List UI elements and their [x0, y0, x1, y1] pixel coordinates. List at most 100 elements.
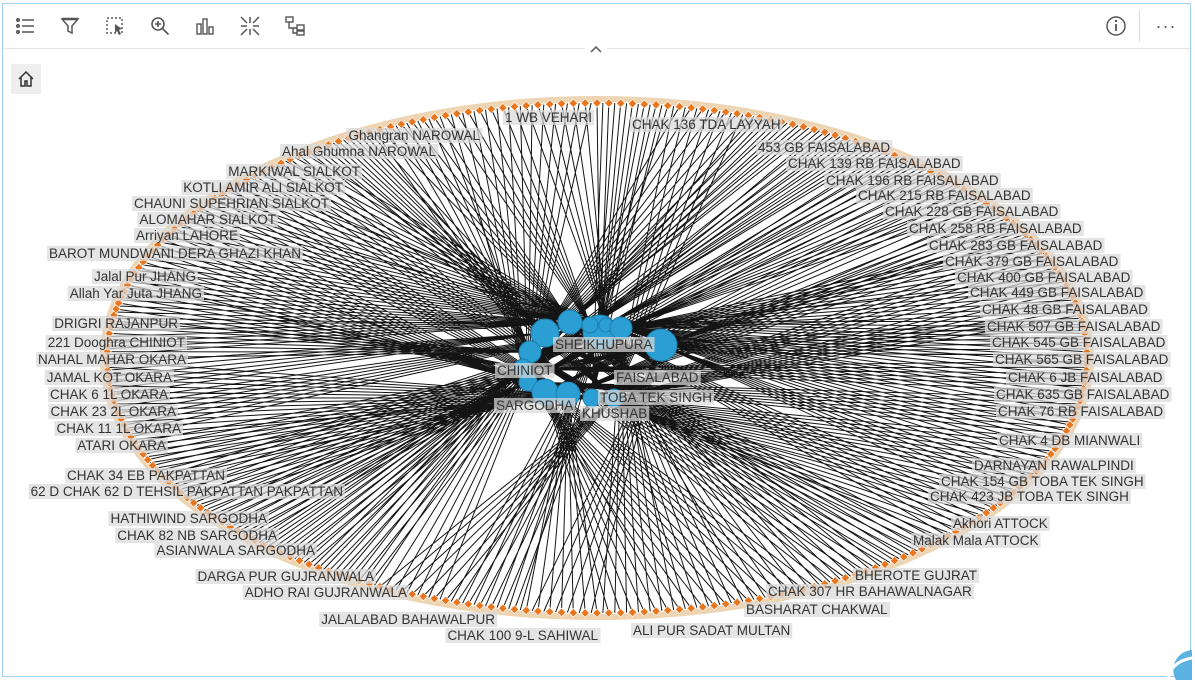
leaf-node-label: CHAK 228 GB FAISALABAD	[883, 204, 1061, 219]
leaf-node-label: CHAK 307 HR BAHAWALNAGAR	[766, 584, 975, 599]
svg-text:ALI PUR SADAT MULTAN: ALI PUR SADAT MULTAN	[633, 623, 790, 638]
link-chart-canvas[interactable]: SHEIKHUPURACHINIOT FAISALABAD SARGODHA TOBA…	[0, 0, 1195, 682]
leaf-node-label: JALALABAD BAHAWALPUR	[319, 612, 498, 627]
svg-text:453 GB FAISALABAD: 453 GB FAISALABAD	[758, 140, 890, 155]
leaf-node-label: Ghangran NAROWAL	[346, 128, 483, 143]
svg-text:ALOMAHAR SIALKOT: ALOMAHAR SIALKOT	[139, 212, 276, 227]
svg-text:ATARI OKARA: ATARI OKARA	[77, 438, 166, 453]
svg-text:CHAK 4 DB MIANWALI: CHAK 4 DB MIANWALI	[999, 433, 1140, 448]
svg-text:CHAK 565 GB FAISALABAD: CHAK 565 GB FAISALABAD	[995, 352, 1169, 367]
svg-text:CHAK 400 GB FAISALABAD: CHAK 400 GB FAISALABAD	[957, 270, 1131, 285]
leaf-node-label: CHAK 449 GB FAISALABAD	[968, 285, 1146, 300]
leaf-node-label: CHAK 283 GB FAISALABAD	[927, 238, 1105, 253]
leaf-node-label: 453 GB FAISALABAD	[756, 140, 893, 155]
svg-text:KHUSHAB: KHUSHAB	[582, 406, 647, 421]
svg-text:CHAK 228 GB FAISALABAD: CHAK 228 GB FAISALABAD	[885, 204, 1059, 219]
leaf-node-label: Akhori ATTOCK	[951, 516, 1050, 531]
leaf-node-label: CHAK 379 GB FAISALABAD	[943, 254, 1121, 269]
svg-text:Jalal Pur JHANG: Jalal Pur JHANG	[94, 269, 196, 284]
leaf-node-label: BASHARAT CHAKWAL	[744, 602, 891, 617]
svg-text:NAHAL MAHAR OKARA: NAHAL MAHAR OKARA	[38, 352, 186, 367]
leaf-node-label: CHAK 196 RB FAISALABAD	[824, 173, 1001, 188]
leaf-node-label: CHAK 4 DB MIANWALI	[997, 433, 1143, 448]
svg-text:CHAK 82 NB SARGODHA: CHAK 82 NB SARGODHA	[117, 528, 277, 543]
leaf-node-label: JAMAL KOT OKARA	[44, 370, 174, 385]
leaf-node-label: CHAK 48 GB FAISALABAD	[980, 302, 1151, 317]
leaf-node-label: BAROT MUNDWANI DERA GHAZI KHAN	[46, 246, 303, 261]
leaf-node-label: ALOMAHAR SIALKOT	[137, 212, 278, 227]
svg-text:CHAK 11 1L OKARA: CHAK 11 1L OKARA	[56, 421, 181, 436]
leaf-node-label: CHAK 34 EB PAKPATTAN	[64, 468, 227, 483]
leaf-node-label: CHAK 23 2L OKARA	[48, 404, 178, 419]
leaf-node-label: 1 WB VEHARI	[503, 110, 595, 125]
svg-text:CHAK 379 GB FAISALABAD: CHAK 379 GB FAISALABAD	[945, 254, 1119, 269]
svg-text:CHAK 34 EB PAKPATTAN: CHAK 34 EB PAKPATTAN	[67, 468, 225, 483]
leaf-node-label: CHAK 635 GB FAISALABAD	[994, 387, 1172, 402]
svg-text:BAROT MUNDWANI DERA GHAZI KHAN: BAROT MUNDWANI DERA GHAZI KHAN	[49, 246, 301, 261]
center-node-label: CHINIOT	[495, 363, 555, 378]
svg-text:62 D CHAK 62 D TEHSIL PAKPATTA: 62 D CHAK 62 D TEHSIL PAKPATTAN PAKPATTA…	[31, 484, 343, 499]
svg-text:CHAK 23 2L OKARA: CHAK 23 2L OKARA	[50, 404, 176, 419]
svg-text:DARGA PUR GUJRANWALA: DARGA PUR GUJRANWALA	[197, 569, 374, 584]
svg-text:CHAK 635 GB FAISALABAD: CHAK 635 GB FAISALABAD	[996, 387, 1170, 402]
svg-text:Ahal Ghumna NAROWAL: Ahal Ghumna NAROWAL	[282, 144, 437, 159]
svg-text:SHEIKHUPURA: SHEIKHUPURA	[555, 337, 653, 352]
center-node[interactable]	[557, 309, 583, 335]
svg-text:JAMAL KOT OKARA: JAMAL KOT OKARA	[47, 370, 172, 385]
leaf-node-label: Malak Mala ATTOCK	[911, 533, 1041, 548]
svg-text:DARNAYAN RAWALPINDI: DARNAYAN RAWALPINDI	[974, 458, 1134, 473]
svg-text:MARKIWAL SIALKOT: MARKIWAL SIALKOT	[228, 164, 360, 179]
svg-text:SARGODHA: SARGODHA	[496, 398, 573, 413]
leaf-node-label: CHAK 136 TDA LAYYAH	[630, 117, 783, 132]
svg-text:CHAK 6 1L OKARA: CHAK 6 1L OKARA	[50, 387, 168, 402]
leaf-node-label: DARNAYAN RAWALPINDI	[972, 458, 1136, 473]
svg-text:Arriyan LAHORE: Arriyan LAHORE	[136, 228, 238, 243]
leaf-node-label: BHEROTE GUJRAT	[853, 568, 980, 583]
leaf-node-label: DARGA PUR GUJRANWALA	[195, 569, 376, 584]
svg-text:ADHO RAI GUJRANWALA: ADHO RAI GUJRANWALA	[245, 585, 407, 600]
svg-text:CHAK 215 RB FAISALABAD: CHAK 215 RB FAISALABAD	[858, 188, 1031, 203]
svg-text:CHAK 423 JB TOBA TEK SINGH: CHAK 423 JB TOBA TEK SINGH	[930, 489, 1129, 504]
leaf-node-label: CHAK 400 GB FAISALABAD	[955, 270, 1133, 285]
leaf-node-label: CHAK 423 JB TOBA TEK SINGH	[928, 489, 1131, 504]
svg-text:Allah Yar Juta JHANG: Allah Yar Juta JHANG	[70, 286, 202, 301]
svg-text:BASHARAT CHAKWAL: BASHARAT CHAKWAL	[746, 602, 888, 617]
leaf-node-label: CHAK 545 GB FAISALABAD	[990, 335, 1168, 350]
leaf-node-label: ADHO RAI GUJRANWALA	[242, 585, 409, 600]
svg-text:CHAK 136 TDA LAYYAH: CHAK 136 TDA LAYYAH	[632, 117, 781, 132]
svg-text:Malak Mala ATTOCK: Malak Mala ATTOCK	[913, 533, 1039, 548]
svg-text:HATHIWIND SARGODHA: HATHIWIND SARGODHA	[110, 511, 267, 526]
svg-text:CHAK 196 RB FAISALABAD: CHAK 196 RB FAISALABAD	[826, 173, 999, 188]
leaf-node-label: NAHAL MAHAR OKARA	[35, 352, 188, 367]
leaf-node-label: CHAK 82 NB SARGODHA	[115, 528, 279, 543]
center-node[interactable]	[609, 316, 633, 340]
svg-text:221 Dooghra CHINIOT: 221 Dooghra CHINIOT	[48, 335, 185, 350]
leaf-node-label: ALI PUR SADAT MULTAN	[631, 623, 793, 638]
leaf-node-label: KOTLI AMIR ALI SIALKOT	[181, 180, 345, 195]
svg-text:CHAK 76 RB FAISALABAD: CHAK 76 RB FAISALABAD	[998, 404, 1163, 419]
svg-text:CHINIOT: CHINIOT	[497, 363, 553, 378]
center-node-label: TOBA TEK SINGH	[598, 390, 715, 405]
svg-text:CHAK 139 RB FAISALABAD: CHAK 139 RB FAISALABAD	[788, 156, 961, 171]
svg-text:TOBA TEK SINGH: TOBA TEK SINGH	[600, 390, 712, 405]
svg-text:CHAK 507 GB FAISALABAD: CHAK 507 GB FAISALABAD	[987, 319, 1161, 334]
svg-text:ASIANWALA SARGODHA: ASIANWALA SARGODHA	[156, 543, 315, 558]
center-node-label: FAISALABAD	[614, 370, 701, 385]
leaf-node-label: CHAK 6 JB FAISALABAD	[1006, 370, 1165, 385]
leaf-node-label: DRIGRI RAJANPUR	[52, 316, 181, 331]
svg-text:1 WB VEHARI: 1 WB VEHARI	[505, 110, 592, 125]
center-node-label: KHUSHAB	[580, 406, 650, 421]
svg-text:CHAK 307 HR BAHAWALNAGAR: CHAK 307 HR BAHAWALNAGAR	[768, 584, 972, 599]
svg-text:CHAUNI SUPEHRIAN SIALKOT: CHAUNI SUPEHRIAN SIALKOT	[134, 196, 329, 211]
leaf-node-label: CHAK 154 GB TOBA TEK SINGH	[939, 474, 1146, 489]
center-node-label: SARGODHA	[494, 398, 576, 413]
svg-text:Ghangran NAROWAL: Ghangran NAROWAL	[348, 128, 480, 143]
svg-text:CHAK 100 9-L SAHIWAL: CHAK 100 9-L SAHIWAL	[447, 628, 598, 643]
leaf-node-label: Jalal Pur JHANG	[91, 269, 198, 284]
leaf-node-label: CHAK 11 1L OKARA	[54, 421, 183, 436]
center-node[interactable]	[581, 316, 599, 334]
leaf-node-label: CHAK 507 GB FAISALABAD	[985, 319, 1163, 334]
leaf-node-label: CHAK 139 RB FAISALABAD	[786, 156, 963, 171]
leaf-node-label: CHAK 76 RB FAISALABAD	[996, 404, 1166, 419]
leaf-node-label: CHAK 100 9-L SAHIWAL	[445, 628, 601, 643]
